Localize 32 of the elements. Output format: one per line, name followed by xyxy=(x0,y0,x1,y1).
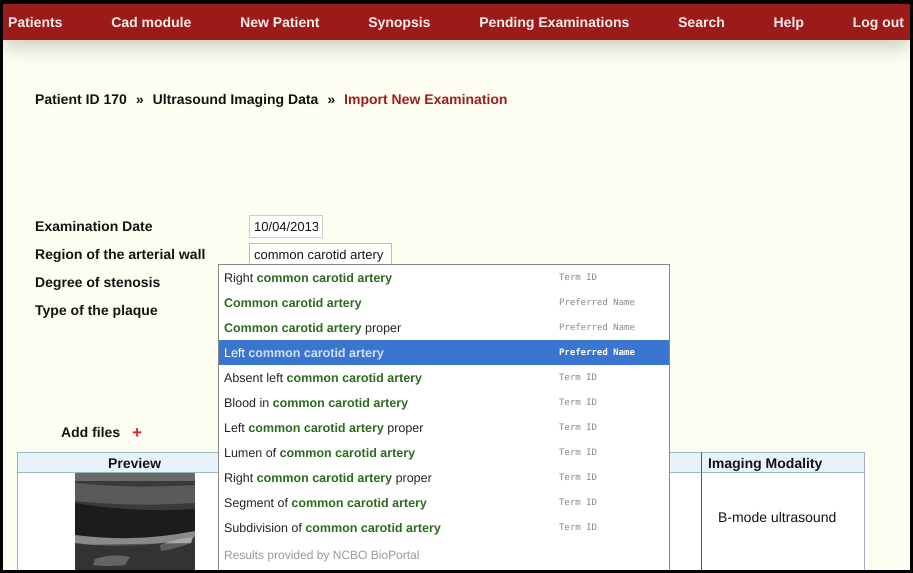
nav-link[interactable]: Synopsis xyxy=(368,14,430,30)
field-label: Degree of stenosis xyxy=(35,274,160,290)
suggestion-item[interactable]: Subdivision of common carotid artery Term ID xyxy=(219,515,669,540)
add-icon[interactable]: + xyxy=(132,424,142,440)
table-cell: B-mode ultrasound xyxy=(701,473,864,570)
nav-link[interactable]: Help xyxy=(774,14,804,30)
nav-link[interactable]: Pending Examinations xyxy=(479,14,630,30)
nav-link[interactable]: New Patient xyxy=(240,14,320,30)
field-label: Region of the arterial wall xyxy=(35,246,206,262)
suggestion-item[interactable]: Common carotid artery proper Preferred Name xyxy=(219,315,669,340)
breadcrumb-link[interactable]: Patient ID 170 xyxy=(35,91,127,107)
nav-link[interactable]: Search xyxy=(678,14,725,30)
column-header: Imaging Modality xyxy=(701,452,864,473)
nav-link[interactable]: Patients xyxy=(8,14,62,30)
suggestion-item[interactable]: Left common carotid artery proper Term ID xyxy=(219,415,669,440)
field-label: Type of the plaque xyxy=(35,302,158,318)
breadcrumb-separator: » xyxy=(327,91,336,107)
results-credit: Results provided by NCBO BioPortal xyxy=(223,547,420,562)
field-label: Examination Date xyxy=(35,218,152,234)
nav-link[interactable]: Cad module xyxy=(111,14,192,30)
suggestion-item[interactable]: Common carotid artery Preferred Name xyxy=(219,290,669,315)
suggestion-item[interactable]: Absent left common carotid artery Term ID xyxy=(219,365,669,390)
breadcrumb-current: Import New Examination xyxy=(344,91,508,107)
add-files-label: Add files xyxy=(61,424,120,440)
nav-link[interactable]: Log out xyxy=(852,14,904,30)
suggestion-item[interactable]: Segment of common carotid artery Term ID xyxy=(219,490,669,515)
suggestion-item[interactable]: Blood in common carotid artery Term ID xyxy=(219,390,669,415)
suggestion-item[interactable]: Left common carotid artery Preferred Name xyxy=(219,340,669,365)
suggestion-item[interactable]: Right common carotid artery Term ID xyxy=(219,265,669,290)
breadcrumb-link[interactable]: Ultrasound Imaging Data xyxy=(152,91,318,107)
text-field[interactable]: common carotid artery xyxy=(249,242,392,266)
breadcrumb-separator: » xyxy=(136,91,144,107)
